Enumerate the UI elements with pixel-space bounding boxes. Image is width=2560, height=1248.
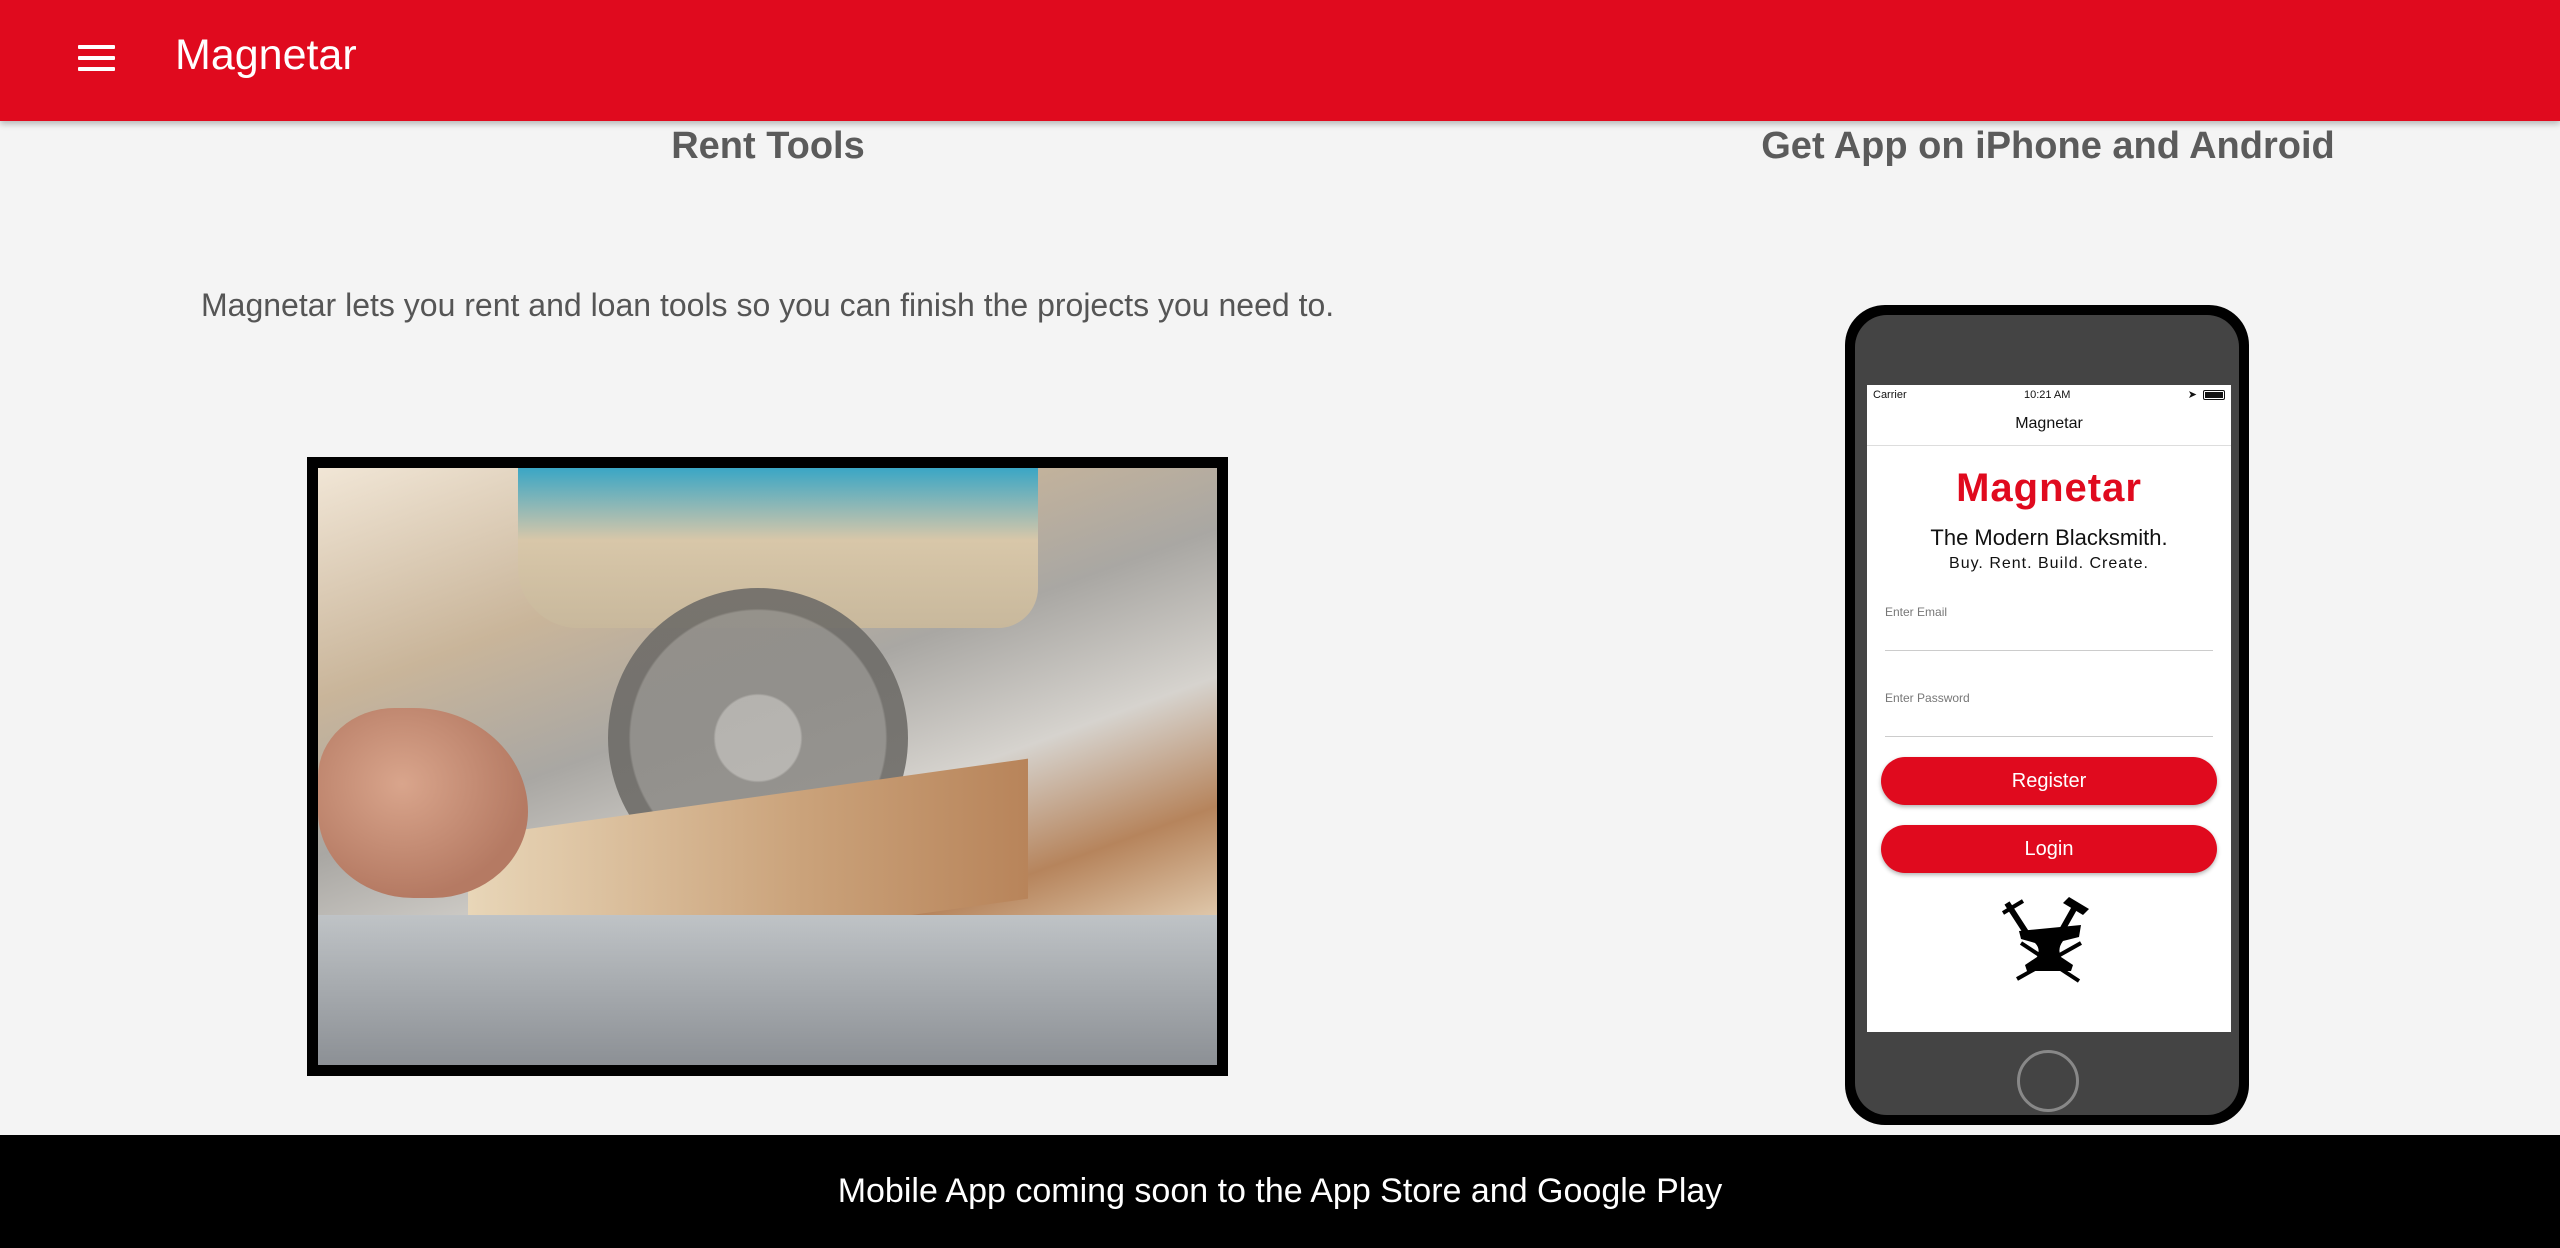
password-label: Enter Password: [1885, 691, 1970, 705]
email-label: Enter Email: [1885, 605, 1948, 619]
phone-home-button: [2017, 1050, 2079, 1112]
email-field[interactable]: Enter Email: [1885, 605, 2213, 651]
app-bar: Magnetar: [0, 0, 2560, 121]
carrier-label: Carrier: [1873, 388, 1907, 401]
description-text: Magnetar lets you rent and loan tools so…: [201, 287, 1335, 323]
phone-subtagline: Buy. Rent. Build. Create.: [1949, 555, 2149, 572]
register-button[interactable]: Register: [1881, 757, 2217, 805]
password-input[interactable]: [1885, 717, 2213, 733]
anvil-icon: [2001, 897, 2089, 983]
battery-icon: [2202, 389, 2225, 400]
login-button[interactable]: Login: [1881, 825, 2217, 873]
footer-text: Mobile App coming soon to the App Store …: [837, 1172, 1723, 1210]
app-title: Magnetar: [175, 31, 357, 79]
location-icon: ➤: [2187, 389, 2197, 401]
phone-nav-title: Magnetar: [1867, 404, 2231, 446]
phone-tagline: The Modern Blacksmith.: [1930, 525, 2168, 550]
footer: Mobile App coming soon to the App Store …: [0, 1135, 2560, 1248]
password-field[interactable]: Enter Password: [1885, 691, 2213, 737]
phone-status-bar: Carrier 10:21 AM ➤: [1867, 385, 2231, 404]
get-app-heading: Get App on iPhone and Android: [1761, 125, 2335, 167]
menu-icon[interactable]: [62, 32, 130, 84]
rent-tools-heading: Rent Tools: [671, 125, 865, 167]
saw-photo: [318, 468, 1217, 1065]
phone-logo: Magnetar: [1956, 466, 2142, 510]
phone-mockup: Carrier 10:21 AM ➤ Magnetar Magnetar The…: [1845, 305, 2249, 1125]
status-time: 10:21 AM: [2023, 388, 2071, 401]
email-input[interactable]: [1885, 631, 2213, 647]
tool-photo: [307, 457, 1228, 1076]
phone-screen: Carrier 10:21 AM ➤ Magnetar Magnetar The…: [1867, 385, 2231, 1032]
